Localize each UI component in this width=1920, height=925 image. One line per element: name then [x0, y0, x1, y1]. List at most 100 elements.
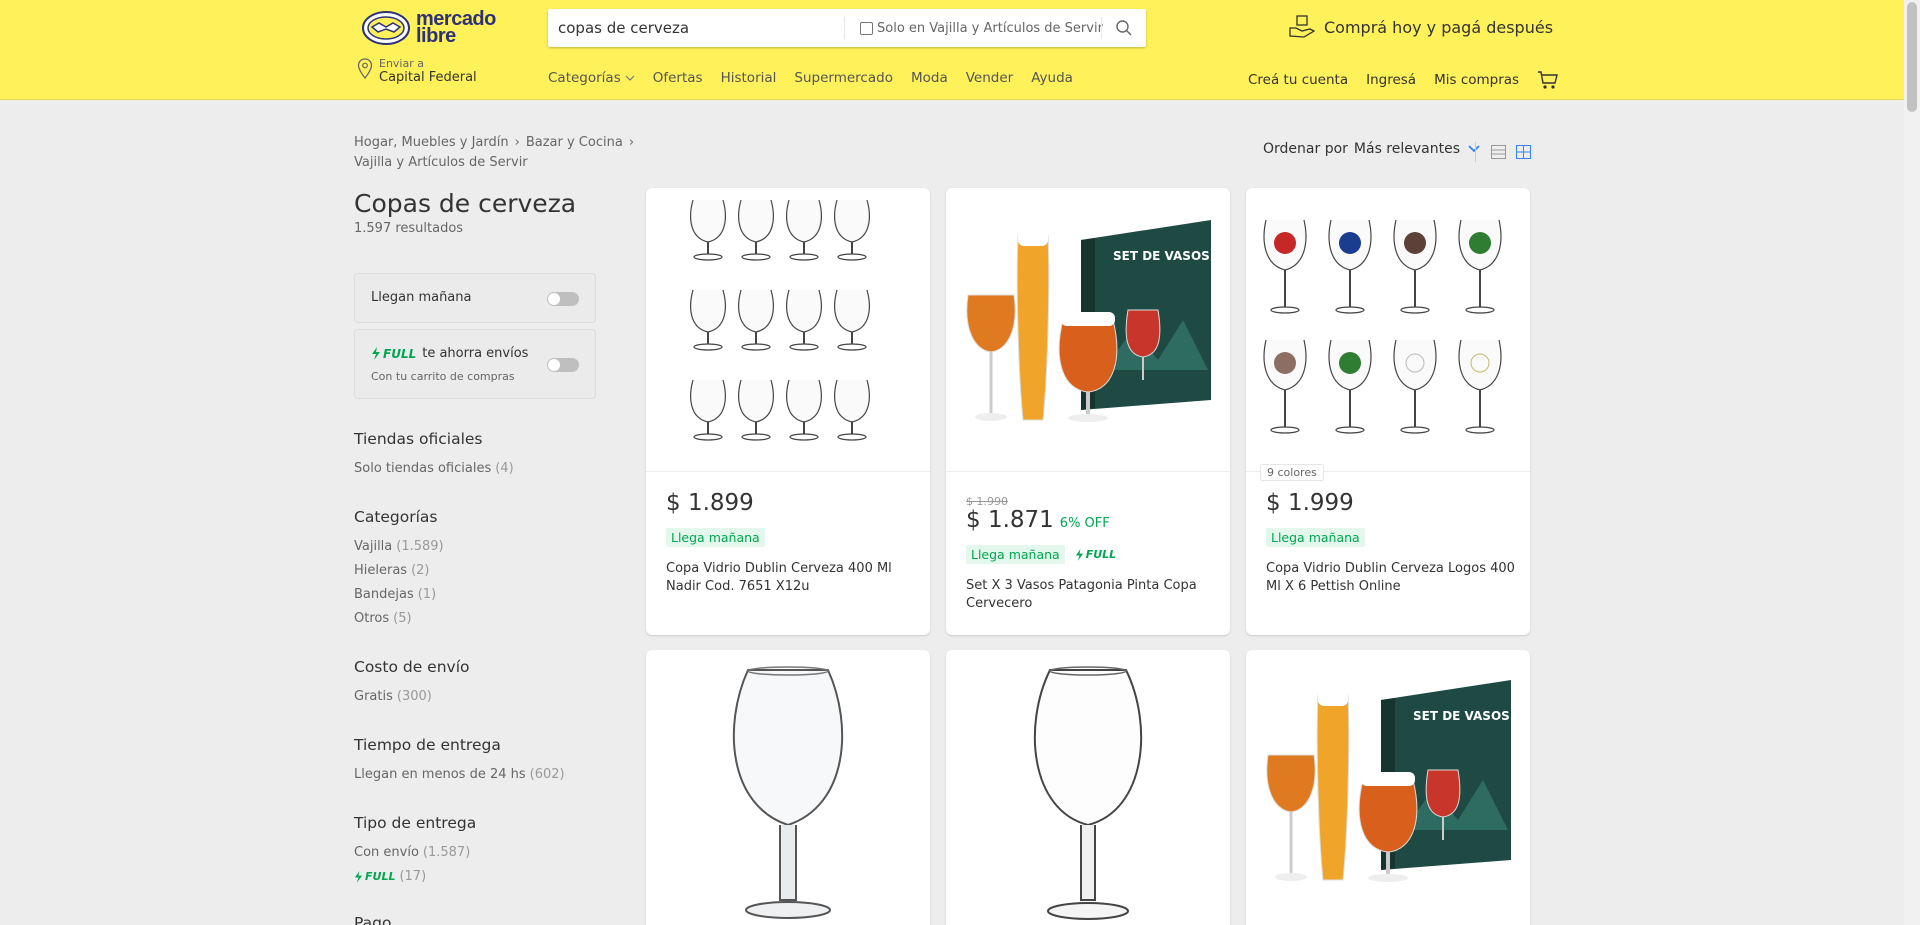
logo-text: mercado libre: [416, 8, 496, 47]
product-card[interactable]: 9 colores $ 1.999 Llega mañana Copa Vidr…: [1246, 188, 1530, 635]
full-badge: FULL: [1085, 548, 1117, 561]
filter-heading-payment: Pago: [354, 914, 392, 925]
filter-item[interactable]: Otros (5): [354, 611, 412, 626]
filter-item[interactable]: Hieleras (2): [354, 563, 430, 578]
lightning-icon: [354, 870, 363, 883]
toggle-label: Llegan mañana: [371, 290, 472, 305]
lightning-icon: [372, 347, 380, 360]
filter-heading-official-stores: Tiendas oficiales: [354, 430, 483, 448]
chevron-right-icon: ›: [628, 135, 635, 150]
nav-vender[interactable]: Vender: [966, 70, 1013, 86]
product-card[interactable]: SET DE VASOS: [1246, 650, 1530, 925]
product-image[interactable]: [646, 650, 930, 925]
breadcrumb-item[interactable]: Vajilla y Artículos de Servir: [354, 155, 528, 170]
location-pin-icon: [357, 58, 373, 80]
chevron-down-icon: [625, 75, 635, 81]
nav-moda[interactable]: Moda: [911, 70, 948, 86]
svg-text:SET DE VASOS: SET DE VASOS: [1413, 709, 1510, 723]
full-subtext: Con tu carrito de compras: [371, 370, 515, 383]
toggle-switch[interactable]: [547, 292, 579, 306]
product-card[interactable]: SET DE VASOS $ 1.990 $ 1.871 6% OFF Lleg…: [946, 188, 1230, 635]
search-category-checkbox[interactable]: Solo en Vajilla y Artículos de Servir: [860, 9, 1103, 47]
sort-label: Ordenar por: [1263, 141, 1348, 157]
location-label: Enviar a: [379, 57, 424, 70]
nav-ofertas[interactable]: Ofertas: [653, 70, 703, 86]
product-image[interactable]: [946, 650, 1230, 925]
my-purchases-link[interactable]: Mis compras: [1434, 72, 1519, 88]
lightning-icon: [1075, 548, 1083, 561]
full-badge: FULL: [383, 346, 417, 361]
checkbox-icon[interactable]: [860, 21, 873, 35]
main-nav: Categorías Ofertas Historial Supermercad…: [548, 70, 1091, 86]
filter-heading-delivery-type: Tipo de entrega: [354, 814, 477, 832]
nav-ayuda[interactable]: Ayuda: [1031, 70, 1073, 86]
search-icon: [1116, 20, 1132, 36]
svg-text:SET DE VASOS: SET DE VASOS: [1113, 249, 1210, 263]
filter-heading-delivery-time: Tiempo de entrega: [354, 736, 501, 754]
full-shipping-filter[interactable]: FULL te ahorra envíos Con tu carrito de …: [354, 329, 596, 399]
product-price: $ 1.871: [966, 507, 1054, 533]
list-view-icon[interactable]: [1491, 145, 1506, 159]
nav-categorias[interactable]: Categorías: [548, 70, 635, 86]
product-card[interactable]: [646, 650, 930, 925]
chevron-right-icon: ›: [514, 135, 520, 150]
product-title[interactable]: Set X 3 Vasos Patagonia Pinta Copa Cerve…: [966, 577, 1216, 613]
shipping-badge: Llega mañana: [1266, 528, 1365, 547]
scrollbar-thumb[interactable]: [1907, 2, 1917, 112]
discount-label: 6% OFF: [1059, 516, 1110, 531]
full-text: te ahorra envíos: [422, 346, 529, 361]
create-account-link[interactable]: Creá tu cuenta: [1248, 72, 1348, 88]
filter-item[interactable]: Llegan en menos de 24 hs (602): [354, 767, 565, 782]
hand-box-icon: [1289, 15, 1316, 38]
checkbox-label: Solo en Vajilla y Artículos de Servir: [877, 20, 1103, 36]
product-title[interactable]: Copa Vidrio Dublin Cerveza 400 Ml Nadir …: [666, 560, 916, 596]
shipping-badge: Llega mañana: [966, 545, 1065, 564]
filter-heading-shipping-cost: Costo de envío: [354, 658, 470, 676]
product-card[interactable]: [946, 650, 1230, 925]
color-count-badge: 9 colores: [1260, 464, 1324, 481]
product-card[interactable]: $ 1.899 Llega mañana Copa Vidrio Dublin …: [646, 188, 930, 635]
handshake-logo-icon: [362, 11, 410, 45]
filter-item[interactable]: Con envío (1.587): [354, 845, 470, 860]
tulip-glass-image: [1033, 666, 1143, 920]
arrives-tomorrow-filter[interactable]: Llegan mañana: [354, 273, 596, 323]
filter-item[interactable]: Vajilla (1.589): [354, 539, 444, 554]
promo-text: Comprá hoy y pagá después: [1324, 17, 1554, 37]
page-title: Copas de cerveza: [354, 189, 577, 218]
logo-glass-set-image: [1263, 218, 1502, 434]
filter-item[interactable]: Gratis (300): [354, 689, 432, 704]
nav-historial[interactable]: Historial: [721, 70, 777, 86]
product-image[interactable]: SET DE VASOS: [1246, 650, 1530, 925]
nav-supermercado[interactable]: Supermercado: [794, 70, 893, 86]
sort-control[interactable]: Ordenar por Más relevantes: [1263, 141, 1480, 157]
results-count: 1.597 resultados: [354, 221, 464, 236]
search-button[interactable]: [1102, 9, 1146, 47]
beer-set-image: SET DE VASOS: [966, 219, 1211, 422]
grid-view-icon[interactable]: [1516, 145, 1531, 159]
tulip-glass-image: [732, 666, 844, 919]
product-title[interactable]: Copa Vidrio Dublin Cerveza Logos 400 Ml …: [1266, 560, 1516, 596]
filter-item[interactable]: Solo tiendas oficiales (4): [354, 461, 514, 476]
scrollbar-track[interactable]: [1904, 0, 1920, 925]
product-image[interactable]: SET DE VASOS: [946, 188, 1230, 472]
login-link[interactable]: Ingresá: [1366, 72, 1416, 88]
mercadolibre-logo[interactable]: mercado libre: [362, 8, 502, 48]
toggle-switch[interactable]: [547, 358, 579, 372]
beer-set-image: SET DE VASOS: [1266, 680, 1511, 882]
product-image[interactable]: [646, 188, 930, 472]
breadcrumb-item[interactable]: Bazar y Cocina: [526, 133, 623, 153]
shipping-location[interactable]: Enviar a Capital Federal: [357, 58, 477, 86]
product-image[interactable]: [1246, 188, 1530, 472]
breadcrumb-item[interactable]: Hogar, Muebles y Jardín: [354, 133, 509, 153]
cart-icon[interactable]: [1537, 70, 1559, 90]
product-price: $ 1.999: [1266, 490, 1354, 516]
search-input[interactable]: [558, 9, 878, 47]
view-divider: [1475, 142, 1476, 162]
search-bar: Solo en Vajilla y Artículos de Servir: [548, 9, 1146, 47]
filter-item[interactable]: Bandejas (1): [354, 587, 436, 602]
buy-now-pay-later-promo[interactable]: Comprá hoy y pagá después: [1288, 12, 1553, 42]
header: mercado libre Solo en Vajilla y Artículo…: [0, 0, 1904, 100]
account-nav: Creá tu cuenta Ingresá Mis compras: [1248, 70, 1559, 90]
filter-item-full[interactable]: FULL (17): [354, 869, 426, 884]
glass-set-image: [689, 198, 871, 441]
